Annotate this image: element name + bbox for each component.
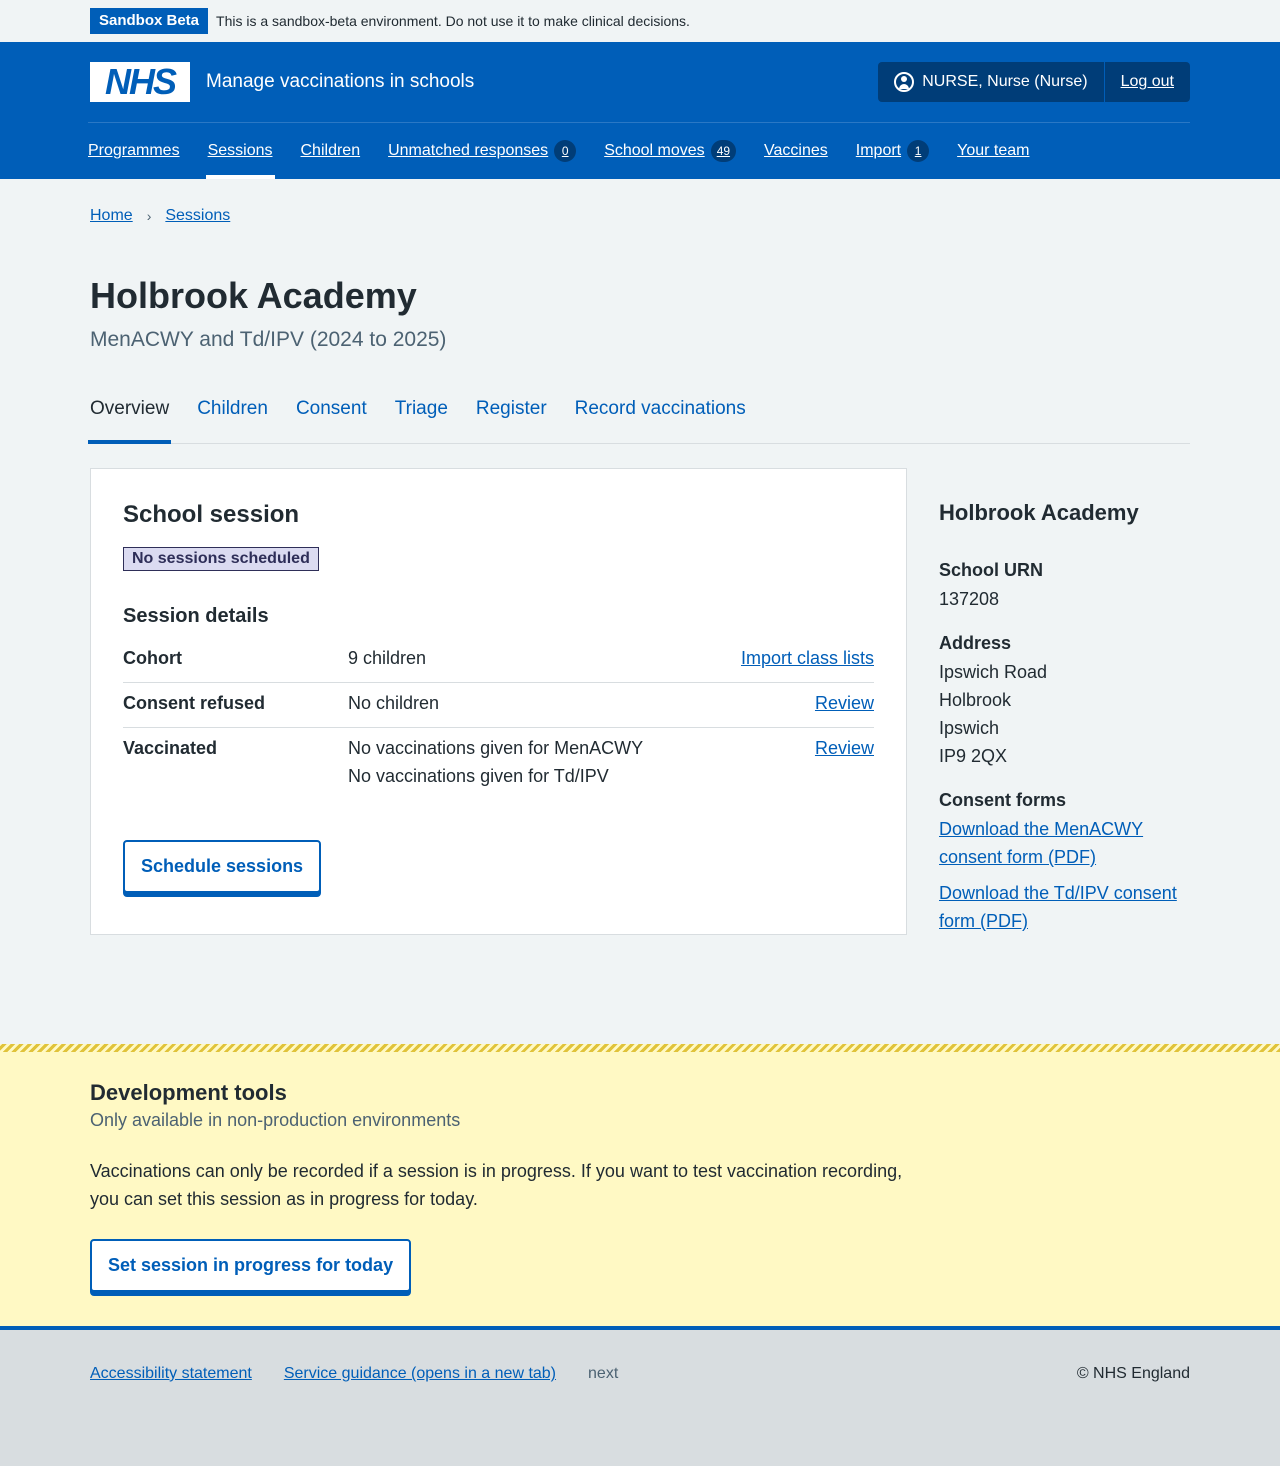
logout-link[interactable]: Log out [1105,62,1190,102]
accessibility-statement-link[interactable]: Accessibility statement [90,1365,252,1383]
address-line: Holbrook [939,690,1012,710]
nav-label: Unmatched responses [388,142,549,159]
nav-label: Programmes [88,142,180,159]
nav-label: Your team [957,142,1030,159]
address-label: Address [939,633,1012,653]
summary-key: Consent refused [123,693,266,713]
tab-record-vaccinations[interactable]: Record vaccinations [575,392,746,443]
nav-import[interactable]: Import 1 [855,123,930,179]
nav-your-team[interactable]: Your team [957,123,1029,179]
nav-programmes[interactable]: Programmes [88,123,180,179]
account-user: NURSE, Nurse (Nurse) [878,62,1105,102]
consent-forms-label: Consent forms [939,790,1067,810]
address-lines: Ipswich Road Holbrook Ipswich IP9 2QX [939,658,1190,770]
tab-triage[interactable]: Triage [395,392,448,443]
summary-value-line: No vaccinations given for MenACWY [348,738,644,758]
sidebar-title: Holbrook Academy [939,500,1139,525]
version-label: next [588,1365,619,1382]
address-line: Ipswich Road [939,662,1048,682]
tab-register[interactable]: Register [476,392,547,443]
nav-sessions[interactable]: Sessions [205,123,275,179]
nav-vaccines[interactable]: Vaccines [764,123,828,179]
nav-count-badge: 0 [554,140,577,162]
dev-tools-subtitle: Only available in non-production environ… [90,1110,461,1130]
summary-value: No children [348,689,815,717]
urn-value: 137208 [939,589,1000,609]
nav-school-moves[interactable]: School moves 49 [604,123,737,179]
summary-value-line: 9 children [348,648,427,668]
dev-tools-title: Development tools [90,1080,287,1105]
nav-label: Children [300,142,361,159]
account-user-label: NURSE, Nurse (Nurse) [922,73,1088,90]
review-vaccinated-link[interactable]: Review [815,738,874,758]
tab-overview[interactable]: Overview [87,392,172,444]
site-header: NHS Manage vaccinations in schools NURSE… [0,42,1280,179]
brand[interactable]: NHS Manage vaccinations in schools [90,62,474,102]
account-menu: NURSE, Nurse (Nurse) Log out [878,62,1190,102]
summary-value: No vaccinations given for MenACWY No vac… [348,734,815,790]
page-caption: MenACWY and Td/IPV (2024 to 2025) [90,328,447,351]
breadcrumb-sessions[interactable]: Sessions [165,207,230,225]
address-line: IP9 2QX [939,746,1008,766]
urn-label: School URN [939,560,1044,580]
summary-value-line: No vaccinations given for Td/IPV [348,766,609,786]
site-footer: Accessibility statement Service guidance… [0,1326,1280,1466]
sandbox-banner: Sandbox Beta This is a sandbox-beta envi… [0,0,1280,42]
copyright: © NHS England [1076,1365,1190,1382]
card-title: School session [123,501,300,528]
service-guidance-link[interactable]: Service guidance (opens in a new tab) [284,1365,556,1383]
tab-consent[interactable]: Consent [296,392,367,443]
service-name[interactable]: Manage vaccinations in schools [206,71,474,93]
primary-nav: Programmes Sessions Children Unmatched r… [88,122,1190,179]
nav-label: Import [855,142,902,159]
sandbox-message: This is a sandbox-beta environment. Do n… [216,13,690,29]
summary-value-line: No children [348,693,440,713]
dev-tools-description: Vaccinations can only be recorded if a s… [90,1161,903,1209]
nav-count-badge: 49 [710,140,737,162]
summary-row-consent-refused: Consent refused No children Review [123,683,874,728]
set-session-in-progress-button[interactable]: Set session in progress for today [90,1239,412,1292]
nhs-logo-text: NHS [104,61,177,102]
chevron-right-icon: › [146,207,152,224]
summary-row-cohort: Cohort 9 children Import class lists [123,638,874,683]
address-line: Ipswich [939,718,1000,738]
nav-unmatched-responses[interactable]: Unmatched responses 0 [388,123,577,179]
sandbox-tag: Sandbox Beta [90,8,209,34]
download-menacwy-form-link[interactable]: Download the MenACWY consent form (PDF) [939,815,1190,871]
breadcrumb-home[interactable]: Home [90,207,133,225]
main-content: Home › Sessions Holbrook Academy MenACWY… [87,179,1190,935]
nhs-logo[interactable]: NHS [90,62,190,102]
tab-children[interactable]: Children [197,392,268,443]
development-tools: Development tools Only available in non-… [0,1044,1280,1326]
hazard-stripe [0,1044,1280,1052]
nav-label: Sessions [207,142,273,159]
nav-label: School moves [604,142,705,159]
download-tdipv-form-link[interactable]: Download the Td/IPV consent form (PDF) [939,879,1190,935]
session-summary: Cohort 9 children Import class lists Con… [123,638,874,800]
school-session-card: School session No sessions scheduled Ses… [90,468,907,935]
nav-children[interactable]: Children [301,123,361,179]
summary-row-vaccinated: Vaccinated No vaccinations given for Men… [123,728,874,800]
school-sidebar: Holbrook Academy School URN 137208 Addre… [939,468,1190,935]
summary-value: 9 children [348,644,741,672]
import-class-lists-link[interactable]: Import class lists [741,648,874,668]
session-details-heading: Session details [123,605,269,627]
page-title: Holbrook Academy [90,275,417,316]
nav-label: Vaccines [764,142,828,159]
status-badge: No sessions scheduled [123,547,319,571]
user-icon [894,72,915,92]
summary-key: Cohort [123,648,182,668]
session-tabs: Overview Children Consent Triage Registe… [87,392,1190,444]
nav-count-badge: 1 [907,140,930,162]
schedule-sessions-button[interactable]: Schedule sessions [123,840,322,893]
summary-key: Vaccinated [123,738,218,758]
review-consent-link[interactable]: Review [815,693,874,713]
breadcrumb: Home › Sessions [90,179,1190,252]
